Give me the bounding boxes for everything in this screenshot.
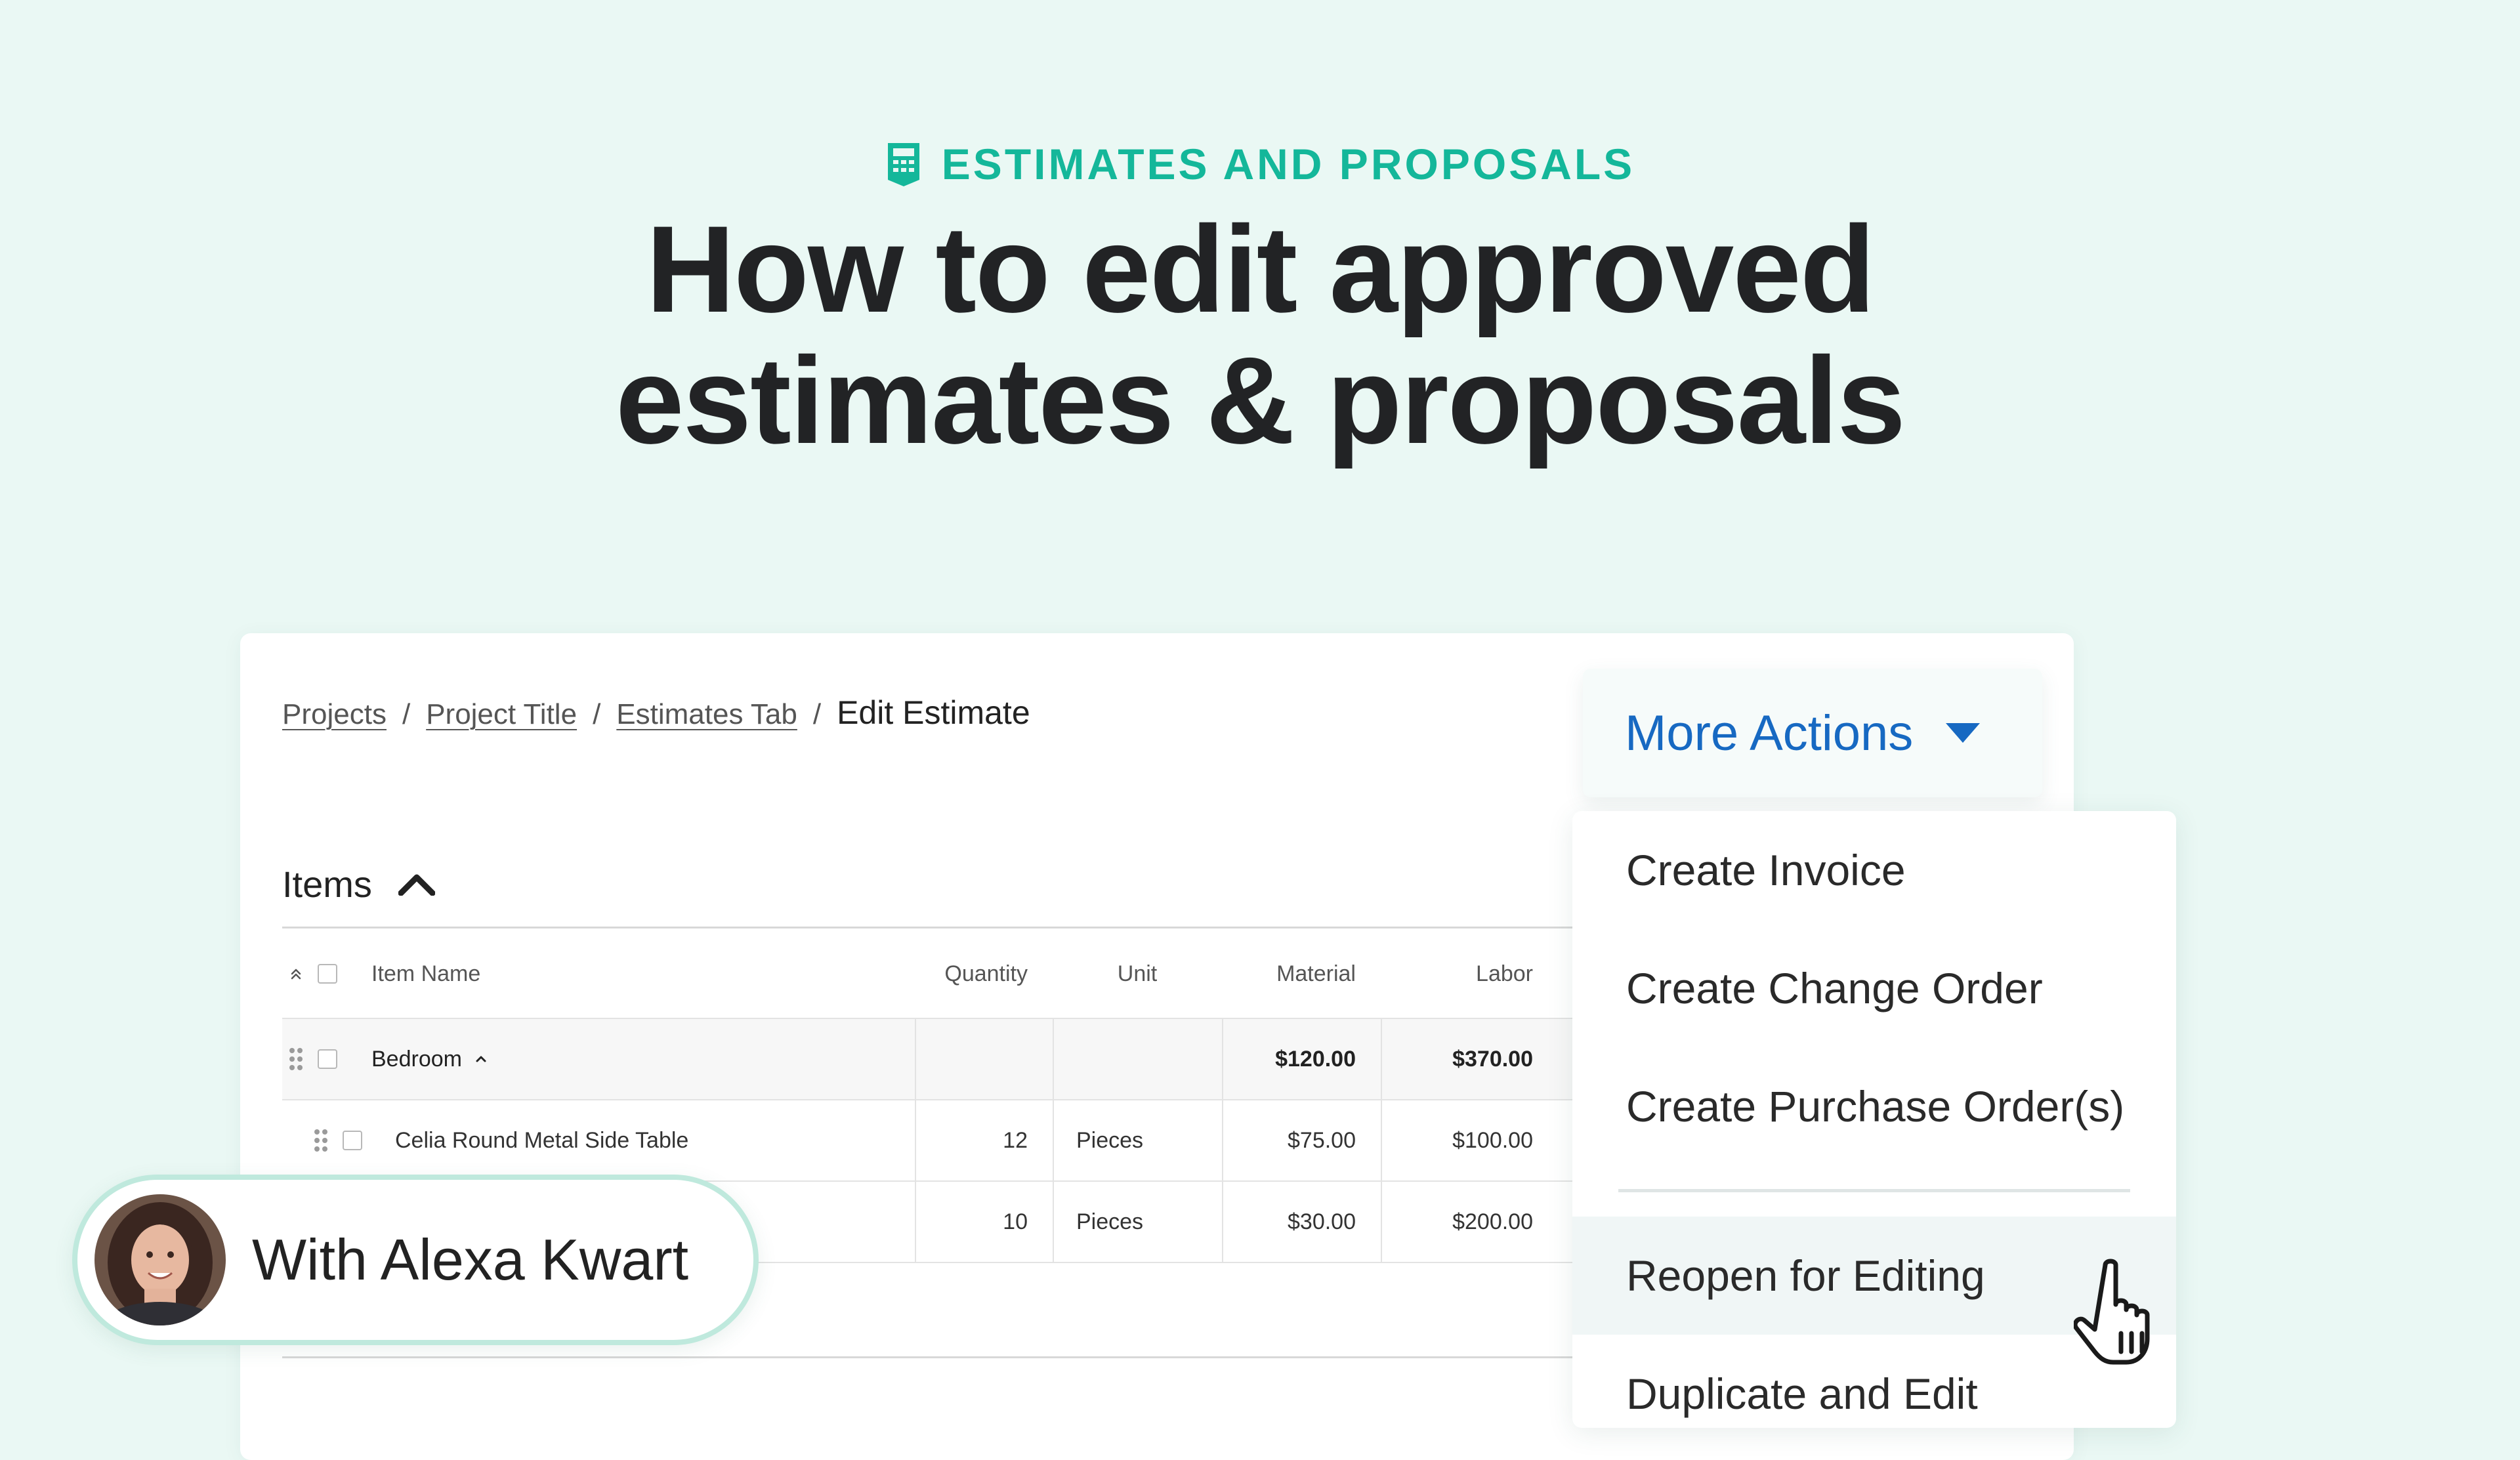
group-labor: $370.00 xyxy=(1381,1019,1558,1099)
divider xyxy=(282,927,1595,928)
select-all-checkbox[interactable] xyxy=(318,964,337,984)
item-quantity: 10 xyxy=(915,1182,1053,1262)
row-checkbox[interactable] xyxy=(343,1131,362,1150)
item-material: $30.00 xyxy=(1222,1182,1381,1262)
title-line-2: estimates & proposals xyxy=(615,331,1906,469)
item-unit: Pieces xyxy=(1053,1182,1222,1262)
group-unit-cell xyxy=(1053,1019,1222,1099)
calculator-icon xyxy=(885,140,922,188)
group-material: $120.00 xyxy=(1222,1019,1381,1099)
group-name-cell: Bedroom xyxy=(371,1019,910,1099)
page-title: How to edit approved estimates & proposa… xyxy=(0,203,2520,466)
table-group-row[interactable]: Bedroom $120.00 $370.00 xyxy=(282,1019,1595,1100)
drag-handle-icon[interactable] xyxy=(289,1047,303,1072)
breadcrumb-separator: / xyxy=(812,698,822,730)
hand-pointer-cursor-icon xyxy=(2074,1257,2166,1369)
drag-handle-icon[interactable] xyxy=(314,1128,328,1153)
header-controls xyxy=(289,930,361,1018)
menu-item-create-purchase-orders[interactable]: Create Purchase Order(s) xyxy=(1572,1047,2176,1165)
column-header-material[interactable]: Material xyxy=(1222,930,1381,1018)
column-header-labor[interactable]: Labor xyxy=(1381,930,1558,1018)
title-line-1: How to edit approved xyxy=(646,200,1875,338)
divider xyxy=(282,1356,1595,1358)
collapse-all-icon[interactable] xyxy=(289,967,303,980)
breadcrumb-estimates-tab[interactable]: Estimates Tab xyxy=(616,698,797,731)
row-controls xyxy=(289,1019,361,1099)
more-actions-button[interactable]: More Actions xyxy=(1583,669,2042,797)
presenter-badge: With Alexa Kwart xyxy=(72,1175,759,1345)
breadcrumb-project-title[interactable]: Project Title xyxy=(426,698,577,731)
column-header-item-name[interactable]: Item Name xyxy=(371,930,910,1018)
breadcrumb-projects[interactable]: Projects xyxy=(282,698,387,731)
table-header-row: Item Name Quantity Unit Material Labor xyxy=(282,930,1595,1019)
breadcrumb: Projects / Project Title / Estimates Tab… xyxy=(282,694,1030,732)
eyebrow-text: ESTIMATES AND PROPOSALS xyxy=(941,140,1635,188)
item-labor: $200.00 xyxy=(1381,1182,1558,1262)
item-name: Celia Round Metal Side Table xyxy=(395,1127,689,1153)
row-checkbox[interactable] xyxy=(318,1049,337,1069)
section-eyebrow: ESTIMATES AND PROPOSALS xyxy=(0,139,2520,189)
item-unit: Pieces xyxy=(1053,1100,1222,1180)
avatar xyxy=(94,1194,226,1325)
item-labor: $100.00 xyxy=(1381,1100,1558,1180)
menu-divider xyxy=(1618,1189,2130,1192)
presenter-name: With Alexa Kwart xyxy=(252,1227,689,1292)
group-name: Bedroom xyxy=(371,1046,462,1072)
row-controls xyxy=(314,1100,386,1180)
items-title: Items xyxy=(282,864,372,905)
group-quantity-cell xyxy=(915,1019,1053,1099)
table-row[interactable]: Celia Round Metal Side Table 12 Pieces $… xyxy=(282,1100,1595,1182)
caret-down-icon xyxy=(1946,723,1981,743)
column-header-unit[interactable]: Unit xyxy=(1053,930,1222,1018)
items-section-header[interactable]: Items xyxy=(282,863,435,906)
breadcrumb-current: Edit Estimate xyxy=(837,694,1030,731)
breadcrumb-separator: / xyxy=(402,698,411,730)
item-quantity: 12 xyxy=(915,1100,1053,1180)
menu-item-create-invoice[interactable]: Create Invoice xyxy=(1572,811,2176,929)
breadcrumb-separator: / xyxy=(593,698,601,730)
column-header-quantity[interactable]: Quantity xyxy=(915,930,1053,1018)
more-actions-label: More Actions xyxy=(1625,705,1914,761)
item-material: $75.00 xyxy=(1222,1100,1381,1180)
menu-item-create-change-order[interactable]: Create Change Order xyxy=(1572,929,2176,1047)
chevron-up-icon[interactable] xyxy=(398,873,435,896)
chevron-up-icon[interactable] xyxy=(474,1053,488,1066)
